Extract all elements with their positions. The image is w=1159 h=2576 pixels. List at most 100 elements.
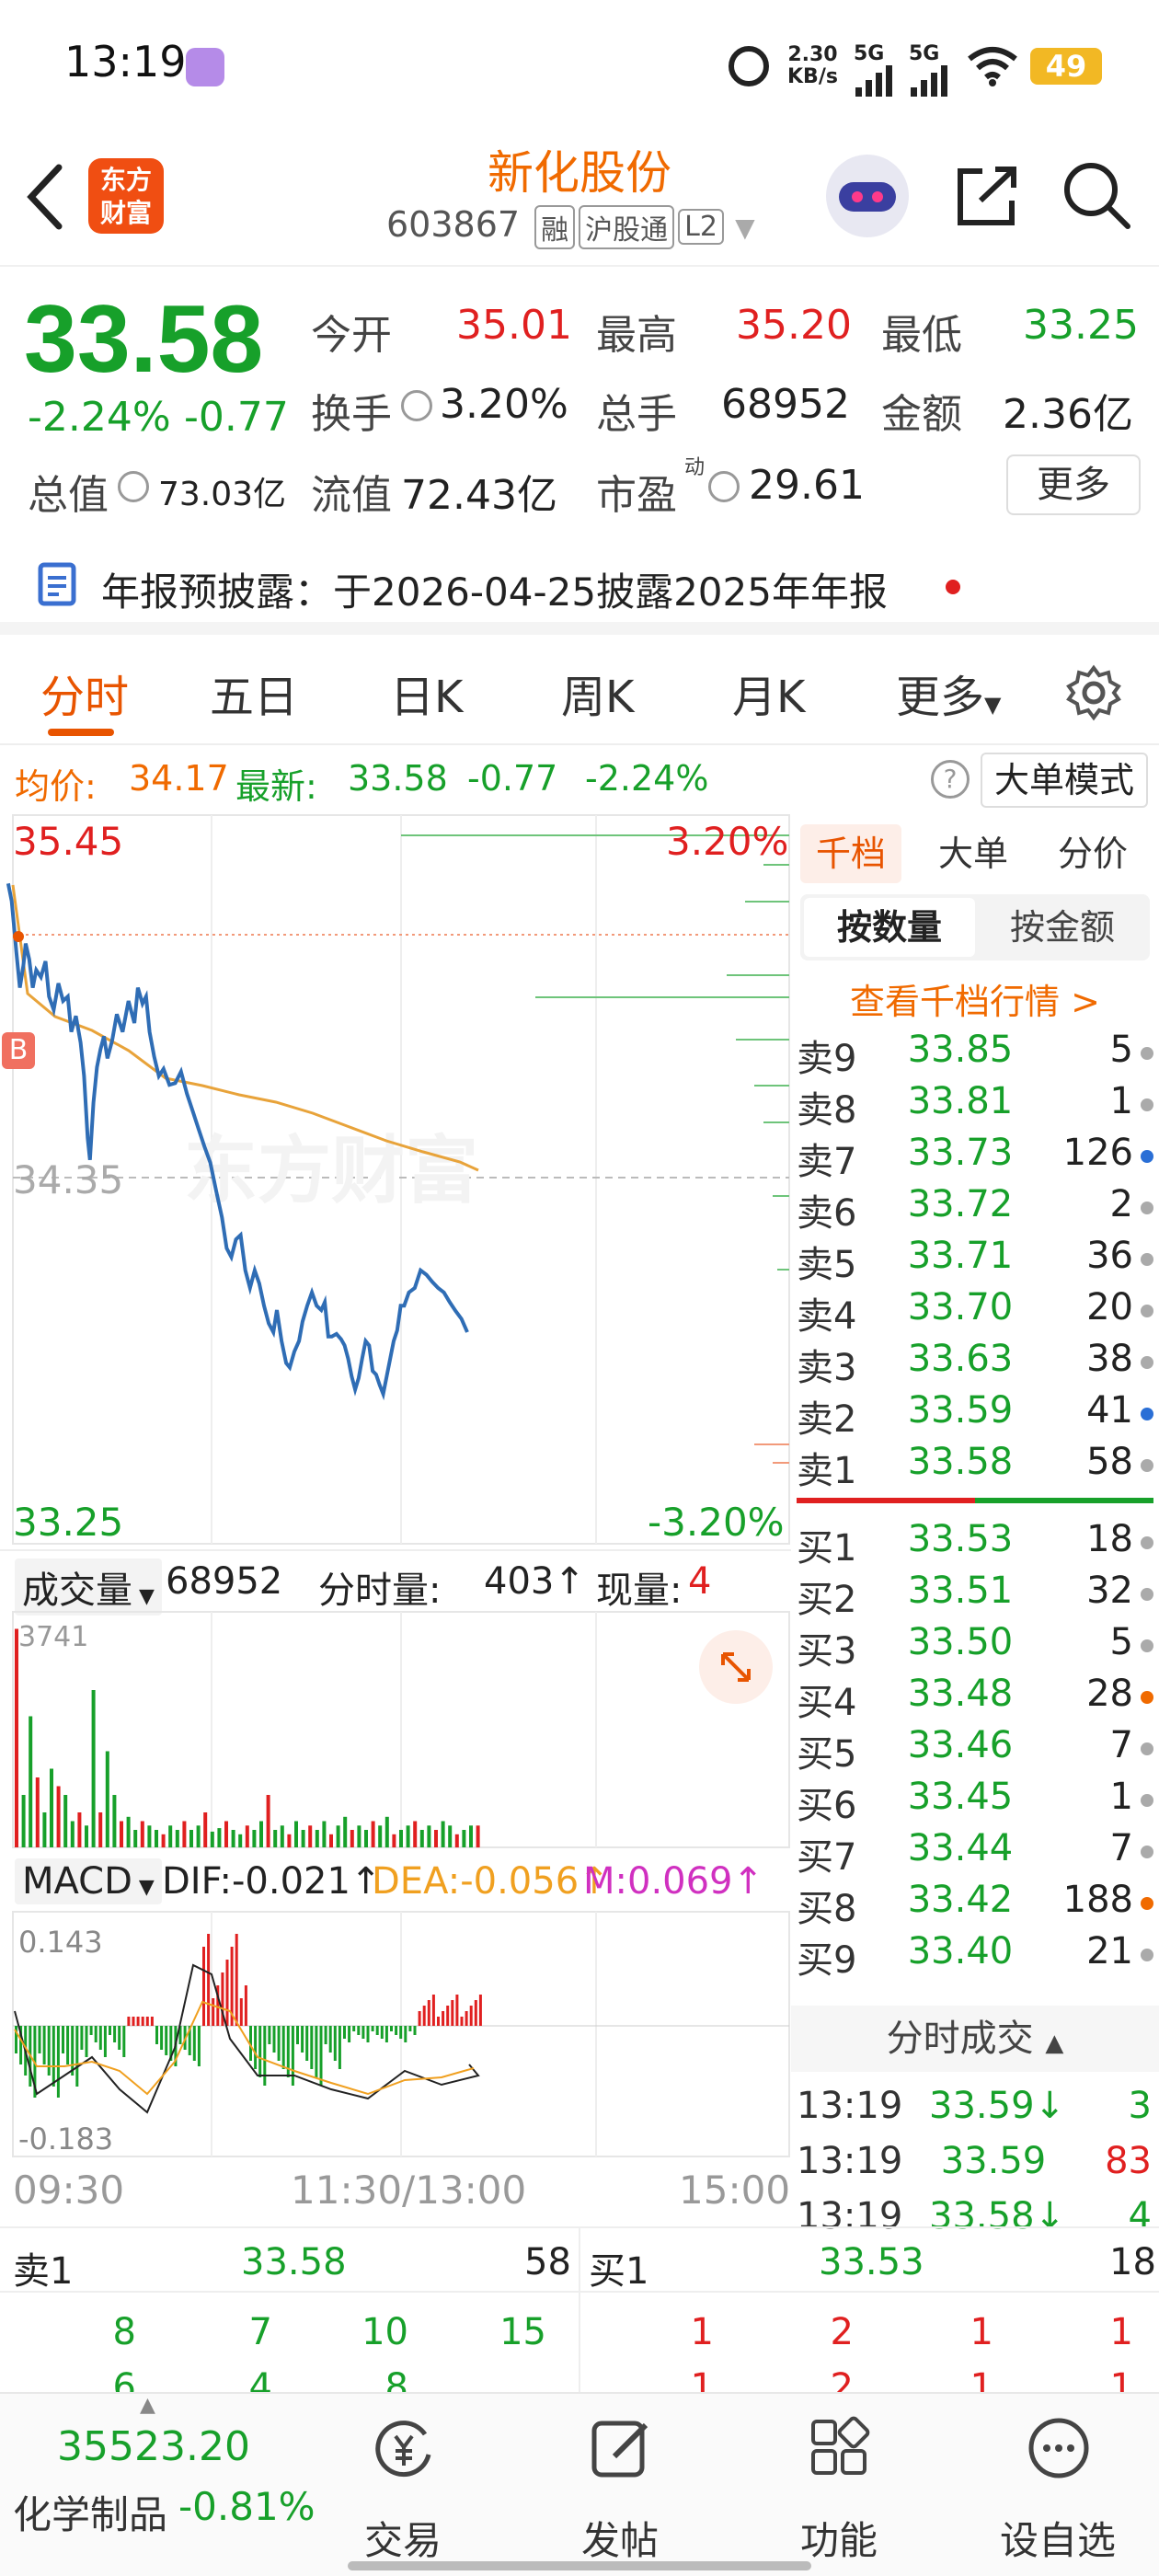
document-icon: [38, 562, 76, 606]
bq-divider: [579, 2228, 580, 2394]
sell-order-row[interactable]: 卖1 33.58 58: [791, 1441, 1159, 1492]
tag-connect: 沪股通: [579, 204, 675, 249]
sell-order-row[interactable]: 卖7 33.73 126: [791, 1132, 1159, 1183]
queue-volume: 1: [690, 2366, 714, 2394]
macd-bar: [418, 2011, 421, 2026]
tab-monthly-k[interactable]: 月K: [732, 661, 805, 725]
buy-order-row[interactable]: 买5 33.46 7: [791, 1724, 1159, 1776]
expand-icon[interactable]: [699, 1630, 773, 1704]
post-button[interactable]: 发帖: [546, 2394, 694, 2576]
sell-level-price: 33.81: [907, 1080, 1014, 1122]
level-dot: [1141, 1639, 1153, 1652]
sell-order-row[interactable]: 卖4 33.70 20: [791, 1286, 1159, 1338]
sell-order-row[interactable]: 卖3 33.63 38: [791, 1338, 1159, 1389]
buy-order-row[interactable]: 买3 33.50 5: [791, 1621, 1159, 1673]
volume-bar: [343, 1816, 348, 1848]
ob-subtab-amount[interactable]: 按金额: [979, 898, 1146, 957]
robot-assistant-icon[interactable]: [826, 155, 909, 237]
index-change: -0.81%: [178, 2484, 316, 2529]
sell-order-row[interactable]: 卖5 33.71 36: [791, 1235, 1159, 1286]
tab-five-day[interactable]: 五日: [210, 661, 298, 725]
tab-daily-k[interactable]: 日K: [390, 661, 463, 725]
level-dot: [1141, 1202, 1153, 1214]
macd-bar: [118, 2026, 121, 2050]
macd-bar: [75, 2026, 79, 2087]
ob-tab-big-order[interactable]: 大单: [938, 824, 1008, 883]
macd-bar: [352, 2026, 356, 2031]
sell-order-row[interactable]: 卖9 33.85 5: [791, 1029, 1159, 1080]
float-label: 流值: [311, 472, 392, 519]
info-icon[interactable]: [708, 471, 740, 502]
trades-header[interactable]: 分时成交 ▲: [791, 2006, 1159, 2072]
macd-bar: [315, 2026, 318, 2077]
gear-icon[interactable]: [1065, 664, 1122, 721]
chevron-down-icon[interactable]: ▼: [735, 213, 755, 243]
macd-indicator-select[interactable]: MACD ▼: [15, 1858, 162, 1904]
volume-indicator-select[interactable]: 成交量 ▼: [15, 1558, 162, 1616]
share-icon[interactable]: [953, 162, 1023, 228]
pe-label[interactable]: 市盈: [596, 462, 677, 521]
buy-order-row[interactable]: 买1 33.53 18: [791, 1518, 1159, 1570]
buy-order-row[interactable]: 买7 33.44 7: [791, 1827, 1159, 1879]
volume-bar: [315, 1830, 319, 1847]
buy-order-row[interactable]: 买6 33.45 1: [791, 1776, 1159, 1827]
index-name[interactable]: 化学制品: [13, 2484, 167, 2540]
info-icon[interactable]: [401, 390, 432, 421]
mktcap-label[interactable]: 总值: [28, 462, 109, 521]
buy-level-price: 33.50: [907, 1621, 1014, 1663]
macd-bar: [150, 2017, 154, 2026]
volume-bar: [350, 1830, 354, 1847]
sell-level-volume: 5: [1109, 1029, 1133, 1071]
level-dot: [1141, 1742, 1153, 1755]
function-button[interactable]: 功能: [765, 2394, 912, 2576]
ob-tab-price[interactable]: 分价: [1058, 824, 1128, 883]
ob-tab-thousand[interactable]: 千档: [800, 824, 901, 883]
volume-chart[interactable]: [0, 1610, 791, 1849]
buy-level-volume: 5: [1109, 1621, 1133, 1663]
index-value[interactable]: 35523.20: [57, 2423, 250, 2470]
big-order-mode-button[interactable]: 大单模式: [981, 753, 1148, 808]
buy-order-row[interactable]: 买9 33.40 21: [791, 1930, 1159, 1982]
sell-order-row[interactable]: 卖8 33.81 1: [791, 1080, 1159, 1132]
buy-order-row[interactable]: 买2 33.51 32: [791, 1570, 1159, 1621]
buy-marker-badge[interactable]: B: [2, 1032, 35, 1069]
tab-intraday[interactable]: 分时: [40, 661, 129, 725]
sell-level-price: 33.85: [907, 1029, 1014, 1071]
more-button[interactable]: 更多: [1006, 454, 1141, 515]
macd-bar: [165, 2026, 168, 2055]
buy-level-volume: 188: [1062, 1879, 1133, 1921]
macd-bar: [413, 2026, 417, 2035]
sell-order-row[interactable]: 卖6 33.72 2: [791, 1183, 1159, 1235]
view-thousand-level-link[interactable]: 查看千档行情 >: [791, 973, 1159, 1024]
trade-button[interactable]: 交易: [329, 2394, 476, 2576]
sell-level-label: 卖1: [797, 1450, 857, 1492]
stock-code-row[interactable]: 603867 融沪股通 L2 ▼: [386, 204, 755, 249]
buy-order-row[interactable]: 买8 33.42 188: [791, 1879, 1159, 1930]
macd-chart[interactable]: [0, 1910, 791, 2158]
buy-order-row[interactable]: 买4 33.48 28: [791, 1673, 1159, 1724]
float-value: 72.43亿: [401, 472, 557, 519]
bq-buy-label: 买1: [589, 2250, 649, 2293]
macd-bar: [333, 2026, 337, 2061]
info-icon[interactable]: [118, 471, 149, 502]
tab-weekly-k[interactable]: 周K: [561, 661, 634, 725]
turnover-label[interactable]: 换手: [311, 381, 392, 440]
tab-more[interactable]: 更多▼: [896, 661, 1001, 725]
macd-bar: [437, 2017, 440, 2026]
signal-icon-1: 5G: [854, 42, 896, 97]
search-icon[interactable]: [1060, 158, 1133, 232]
sell-order-row[interactable]: 卖2 33.59 41: [791, 1389, 1159, 1441]
macd-label: MACD: [22, 1860, 132, 1903]
macd-bar: [56, 2026, 60, 2098]
notice-bar[interactable]: 年报预披露：于2026-04-25披露2025年年报: [0, 534, 1159, 635]
volume-bar: [98, 1812, 103, 1847]
ob-subtab-quantity[interactable]: 按数量: [804, 898, 975, 957]
help-icon[interactable]: ?: [931, 760, 970, 799]
avg-value: 34.17: [129, 758, 229, 799]
chart-bottom-pct: -3.20%: [648, 1500, 785, 1545]
add-watchlist-button[interactable]: 设自选: [984, 2394, 1131, 2576]
macd-bar: [268, 2026, 271, 2044]
tick-volume: 83: [1105, 2140, 1152, 2182]
macd-bar: [98, 2026, 102, 2050]
macd-bar: [455, 1995, 459, 2026]
